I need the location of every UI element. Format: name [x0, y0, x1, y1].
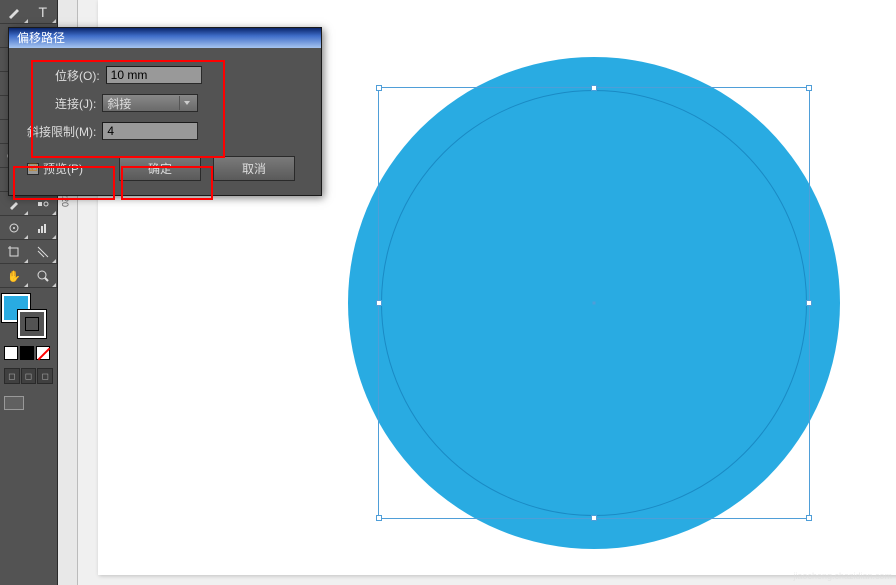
watermark-line2: jiaocheng.chazidian.com: [793, 571, 892, 583]
draw-normal[interactable]: ◻: [4, 368, 20, 384]
tool-pen[interactable]: [0, 0, 29, 24]
selection-handle-tr[interactable]: [806, 85, 812, 91]
tool-symbol[interactable]: [0, 216, 29, 240]
preview-label: 预览(P): [43, 160, 83, 177]
cancel-button[interactable]: 取消: [213, 156, 295, 181]
preview-checkbox[interactable]: ☑: [27, 163, 39, 175]
selection-handle-bl[interactable]: [376, 515, 382, 521]
selection-bounding-box[interactable]: [378, 87, 810, 519]
tool-hand[interactable]: ✋: [0, 264, 29, 288]
color-mode-gradient[interactable]: [20, 346, 34, 360]
watermark-line1: 查字典 | 教程网: [793, 557, 892, 571]
selection-center: [593, 302, 596, 305]
offset-label: 位移(O):: [55, 67, 100, 84]
join-select[interactable]: 斜接: [102, 94, 198, 112]
offset-input[interactable]: [106, 66, 202, 84]
color-mode-color[interactable]: [4, 346, 18, 360]
draw-inside[interactable]: ◻: [37, 368, 53, 384]
miter-input[interactable]: [102, 122, 198, 140]
tool-graph[interactable]: [29, 216, 58, 240]
selection-handle-mr[interactable]: [806, 300, 812, 306]
color-swatches: [0, 292, 57, 342]
watermark: 查字典 | 教程网 jiaocheng.chazidian.com: [793, 557, 892, 583]
selection-handle-bc[interactable]: [591, 515, 597, 521]
join-select-value: 斜接: [107, 95, 131, 112]
dialog-title[interactable]: 偏移路径: [9, 28, 321, 48]
selection-handle-tc[interactable]: [591, 85, 597, 91]
tool-zoom[interactable]: [29, 264, 58, 288]
selection-handle-br[interactable]: [806, 515, 812, 521]
tool-artboard[interactable]: [0, 240, 29, 264]
tool-slice[interactable]: [29, 240, 58, 264]
tool-type[interactable]: T: [29, 0, 58, 24]
color-mode-none[interactable]: [36, 346, 50, 360]
selection-handle-ml[interactable]: [376, 300, 382, 306]
selection-handle-tl[interactable]: [376, 85, 382, 91]
offset-path-dialog: 偏移路径 位移(O): 连接(J): 斜接 斜接限制(M): ☑: [8, 27, 322, 196]
stroke-color-swatch[interactable]: [18, 310, 46, 338]
color-mode-row: [0, 342, 57, 364]
preview-checkbox-row[interactable]: ☑ 预览(P): [27, 160, 83, 177]
chevron-down-icon: [179, 96, 193, 110]
draw-mode-row: ◻ ◻ ◻: [0, 366, 57, 386]
ok-button[interactable]: 确定: [119, 156, 201, 181]
miter-label: 斜接限制(M):: [27, 123, 96, 140]
draw-behind[interactable]: ◻: [21, 368, 37, 384]
screen-mode[interactable]: [0, 392, 57, 414]
join-label: 连接(J):: [55, 95, 96, 112]
